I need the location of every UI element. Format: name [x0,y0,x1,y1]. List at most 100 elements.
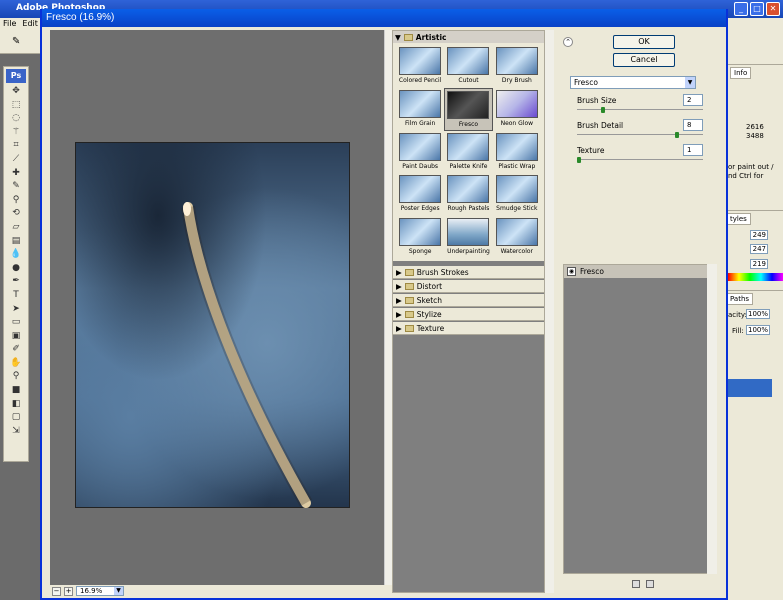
thumb-colored-pencil[interactable]: Colored Pencil [396,45,444,88]
styles-tab[interactable]: tyles [726,213,751,225]
param-track[interactable] [577,134,703,135]
thumb-film-grain[interactable]: Film Grain [396,88,444,131]
thumb-paint-daubs[interactable]: Paint Daubs [396,131,444,174]
thumb-cutout[interactable]: Cutout [444,45,492,88]
close-icon[interactable]: ✕ [766,2,780,16]
thumb-image [447,175,490,204]
minimize-icon[interactable]: _ [734,2,748,16]
thumb-underpainting[interactable]: Underpainting [444,216,492,259]
shape-tool-icon[interactable]: ▭ [4,316,28,330]
category-brush-strokes[interactable]: ▶ Brush Strokes [393,266,544,279]
param-value[interactable]: 1 [683,144,703,156]
marquee-tool-icon[interactable]: ⬚ [4,99,28,113]
thumb-watercolor[interactable]: Watercolor [493,216,541,259]
jump-to-icon[interactable]: ⇲ [4,425,28,439]
info-note: or paint out / nd Ctrl for [728,163,774,180]
thumb-plastic-wrap[interactable]: Plastic Wrap [493,131,541,174]
param-texture: Texture 1 [577,144,703,163]
category-texture[interactable]: ▶ Texture [393,322,544,335]
collapse-gallery-icon[interactable]: ⌃ [563,37,573,47]
crop-tool-icon[interactable]: ⌗ [4,139,28,153]
dodge-tool-icon[interactable]: ● [4,262,28,276]
slider-knob[interactable] [674,132,679,138]
category-stylize[interactable]: ▶ Stylize [393,308,544,321]
gradient-tool-icon[interactable]: ▤ [4,235,28,249]
effect-layer-name: Fresco [580,267,604,276]
thumb-label: Dry Brush [501,77,532,84]
layers-panel: Paths acity: 100% Fill: 100% [726,290,783,600]
thumb-palette-knife[interactable]: Palette Knife [444,131,492,174]
pen-tool-icon[interactable]: ✒ [4,275,28,289]
zoom-select[interactable]: 16.9% ▼ [76,586,124,596]
slider-knob[interactable] [577,157,581,163]
opacity-value[interactable]: 100% [746,309,770,319]
info-tab[interactable]: Info [730,67,752,79]
color-swatches-icon[interactable]: ■ [4,384,28,398]
thumb-image [495,175,538,204]
thumb-image [495,132,538,161]
thumb-smudge-stick[interactable]: Smudge Stick [493,173,541,216]
category-distort[interactable]: ▶ Distort [393,280,544,293]
history-brush-icon[interactable]: ⟲ [4,207,28,221]
healing-tool-icon[interactable]: ✚ [4,167,28,181]
color-val-g[interactable]: 247 [750,244,768,254]
paths-tab[interactable]: Paths [726,293,754,305]
eraser-tool-icon[interactable]: ▱ [4,221,28,235]
filter-select[interactable]: Fresco ▼ [570,76,696,89]
chevron-down-icon[interactable]: ▼ [114,587,123,595]
slider-knob[interactable] [601,107,606,113]
type-tool-icon[interactable]: T [4,289,28,303]
magic-wand-icon[interactable]: ✎ [12,36,20,47]
gallery-scrollbar[interactable] [545,30,554,593]
color-val-b[interactable]: 219 [750,259,768,269]
eye-icon[interactable]: ◉ [567,267,576,276]
move-tool-icon[interactable]: ✥ [4,85,28,99]
stamp-tool-icon[interactable]: ⚲ [4,194,28,208]
menu-edit[interactable]: Edit [22,19,38,29]
info-height: 3488 [746,132,764,140]
thumb-fresco[interactable]: Fresco [444,87,493,131]
thumb-neon-glow[interactable]: Neon Glow [493,88,541,131]
thumb-poster-edges[interactable]: Poster Edges [396,173,444,216]
magic-wand-tool-icon[interactable]: ⚚ [4,126,28,140]
hand-tool-icon[interactable]: ✋ [4,357,28,371]
zoom-out-icon[interactable]: − [52,586,61,596]
zoom-in-icon[interactable]: + [64,586,73,596]
thumb-label: Palette Knife [449,162,488,170]
maximize-icon[interactable]: □ [750,2,764,16]
preview-area[interactable] [50,30,384,585]
brush-tool-icon[interactable]: ✎ [4,180,28,194]
thumb-rough-pastels[interactable]: Rough Pastels [444,173,492,216]
eyedropper-tool-icon[interactable]: ✐ [4,343,28,357]
chevron-down-icon[interactable]: ▼ [685,77,695,88]
cancel-button[interactable]: Cancel [613,53,675,67]
lasso-tool-icon[interactable]: ◌ [4,112,28,126]
screen-mode-icon[interactable]: ▢ [4,411,28,425]
zoom-tool-icon[interactable]: ⚲ [4,370,28,384]
layers-scrollbar[interactable] [707,264,717,574]
effect-layer-row[interactable]: ◉ Fresco [564,265,715,278]
param-track[interactable] [577,159,703,160]
param-track[interactable] [577,109,703,110]
category-sketch[interactable]: ▶ Sketch [393,294,544,307]
selected-layer[interactable] [726,379,772,397]
blur-tool-icon[interactable]: 💧 [4,248,28,262]
param-value[interactable]: 8 [683,119,703,131]
ok-button[interactable]: OK [613,35,675,49]
slice-tool-icon[interactable]: ⟋ [4,153,28,167]
color-val-r[interactable]: 249 [750,230,768,240]
thumb-sponge[interactable]: Sponge [396,216,444,259]
new-effect-layer-icon[interactable] [632,580,640,588]
quick-mask-icon[interactable]: ◧ [4,398,28,412]
artistic-header[interactable]: ▼ Artistic [393,31,544,43]
color-ramp[interactable] [728,273,783,281]
notes-tool-icon[interactable]: ▣ [4,330,28,344]
delete-effect-layer-icon[interactable] [646,580,654,588]
param-value[interactable]: 2 [683,94,703,106]
fill-label: Fill: [732,327,744,335]
path-select-icon[interactable]: ➤ [4,303,28,317]
menu-file[interactable]: File [3,19,16,29]
fill-value[interactable]: 100% [746,325,770,335]
tools-panel: Ps ✥ ⬚ ◌ ⚚ ⌗ ⟋ ✚ ✎ ⚲ ⟲ ▱ ▤ 💧 ● ✒ T ➤ ▭ ▣… [3,66,29,462]
thumb-dry-brush[interactable]: Dry Brush [493,45,541,88]
